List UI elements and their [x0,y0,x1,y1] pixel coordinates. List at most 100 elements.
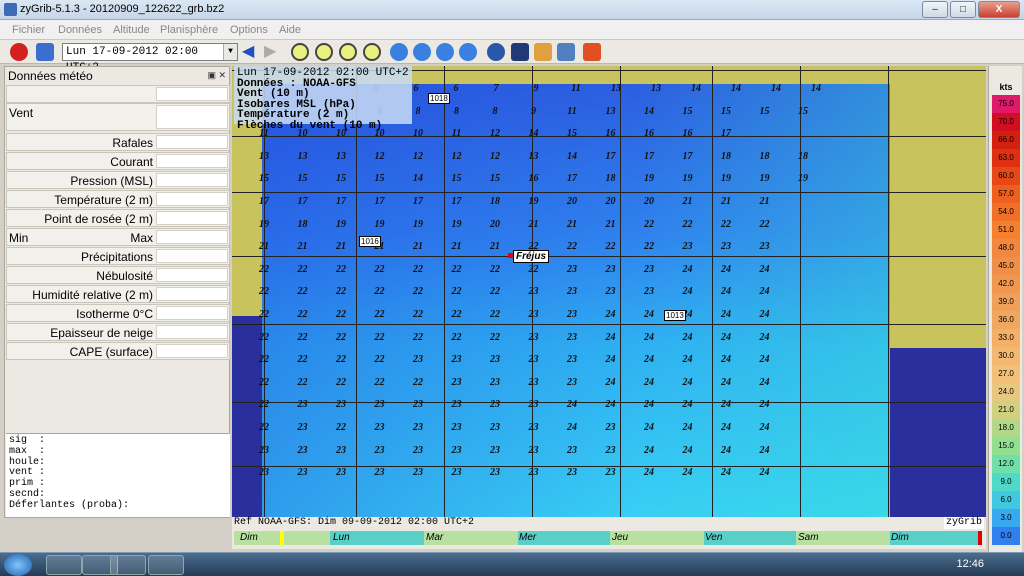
wind-value: 23 [528,399,539,411]
scale-cell: 66.0 [992,131,1020,149]
wind-value: 19 [336,218,346,230]
wind-value: 22 [336,331,346,343]
menu-aide[interactable]: Aide [279,24,301,36]
panel-float-icon[interactable]: ▣ ✕ [207,70,226,81]
zoom-in-icon[interactable] [291,43,309,61]
value-field [156,135,228,149]
label-snow: Epaisseur de neige [50,326,153,340]
wind-value: 18 [605,173,616,185]
scale-cell: 3.0 [992,509,1020,527]
city-label: Fréjus [513,250,550,263]
label-pression: Pression (MSL) [70,174,153,188]
wind-value: 14 [691,83,701,94]
wind-value: 13 [611,83,621,94]
zygrib-task-icon[interactable] [148,555,184,575]
wind-value: 23 [297,467,308,479]
wind-value: 24 [644,467,654,479]
wind-value: 24 [759,467,770,479]
menu-options[interactable]: Options [230,24,268,36]
wind-value: 23 [605,263,616,275]
label-nebulosite: Nébulosité [96,269,153,283]
wind-value: 19 [644,173,654,185]
panel-title: Données météo [8,69,93,83]
minimize-button[interactable]: – [922,1,948,18]
wind-value: 9 [533,83,539,94]
timeline-label: Lun [333,532,350,543]
prev-arrow-icon[interactable]: ◀ [242,43,260,61]
wind-value: 18 [798,150,808,162]
selection-icon[interactable] [534,43,552,61]
wind-value: 22 [259,376,269,388]
value-field [156,325,228,339]
menu-donnees[interactable]: Données [58,24,102,36]
date-select[interactable]: Lun 17-09-2012 02:00 UTC+2▼ [62,43,238,74]
wind-value: 24 [759,354,770,366]
app-task-icon[interactable] [110,555,146,575]
meteotable-icon[interactable] [511,43,529,61]
zoom-fit-icon[interactable] [339,43,357,61]
folder-open-icon[interactable] [36,43,54,61]
wind-value: 13 [297,150,308,162]
wind-value: 22 [374,286,385,298]
globe-icon[interactable] [487,43,505,61]
wind-value: 22 [336,309,346,320]
wind-value: 24 [682,399,693,411]
maximize-button[interactable]: □ [950,1,976,18]
wind-value: 21 [605,218,616,230]
power-icon[interactable] [10,43,28,61]
row-cape: CAPE (surface) [6,342,230,360]
menu-altitude[interactable]: Altitude [113,24,150,36]
windows-start-icon[interactable] [4,554,32,576]
timeline-cursor[interactable] [280,531,284,545]
wind-value: 24 [644,331,654,343]
rocket-icon[interactable] [583,43,601,61]
wind-value: 15 [567,128,577,140]
wind-value: 22 [413,286,423,298]
scale-cell: 54.0 [992,203,1020,221]
wind-value: 23 [336,467,346,479]
timeline-label: Mar [426,532,444,543]
close-button[interactable]: X [978,1,1020,18]
zoom-out-icon[interactable] [315,43,333,61]
legend-wind-arrows: Flèches du vent (10 m) [237,119,383,132]
map-view[interactable]: 6667911131314141414999888891113141515151… [232,66,986,518]
next-arrow-icon[interactable]: ▶ [264,43,282,61]
move-left-icon[interactable] [390,43,408,61]
scale-cell: 70.0 [992,113,1020,131]
wind-value: 21 [413,241,423,253]
wind-value: 23 [528,376,539,388]
wind-value: 22 [721,218,731,230]
menu-bar: Fichier Données Altitude Planisphère Opt… [0,20,1024,40]
clock: 12:46 [956,558,984,570]
row-nebulosite: Nébulosité [6,266,230,284]
zoom-all-icon[interactable] [363,43,381,61]
wind-value: 17 [336,196,346,207]
wind-value: 17 [721,128,731,140]
wind-value: 23 [374,422,385,433]
move-down-icon[interactable] [459,43,477,61]
wind-value: 17 [374,196,385,207]
wind-value: 24 [682,331,693,343]
wind-value: 22 [259,399,269,411]
isobar-label: 1016 [359,236,381,247]
move-right-icon[interactable] [413,43,431,61]
wind-value: 20 [644,196,654,207]
menu-planisphere[interactable]: Planisphère [160,24,218,36]
grid-line [232,324,986,325]
wind-value: 17 [451,196,462,207]
wind-value: 21 [451,241,462,253]
move-up-icon[interactable] [436,43,454,61]
wind-value: 14 [528,128,539,140]
scale-cell: 9.0 [992,473,1020,491]
timeline-slider[interactable]: Dim Lun Mar Mer Jeu Ven Sam Dim [232,529,986,549]
menu-fichier[interactable]: Fichier [12,24,45,36]
wind-value: 21 [721,196,731,207]
value-field [156,87,228,101]
wind-value: 24 [682,286,693,298]
label-courant: Courant [110,155,153,169]
wind-value: 22 [759,218,770,230]
scale-cell: 42.0 [992,275,1020,293]
explorer-task-icon[interactable] [46,555,82,575]
map-date-header: Lun 17-09-2012 02:00 UTC+2 [237,67,409,79]
boat-icon[interactable] [557,43,575,61]
